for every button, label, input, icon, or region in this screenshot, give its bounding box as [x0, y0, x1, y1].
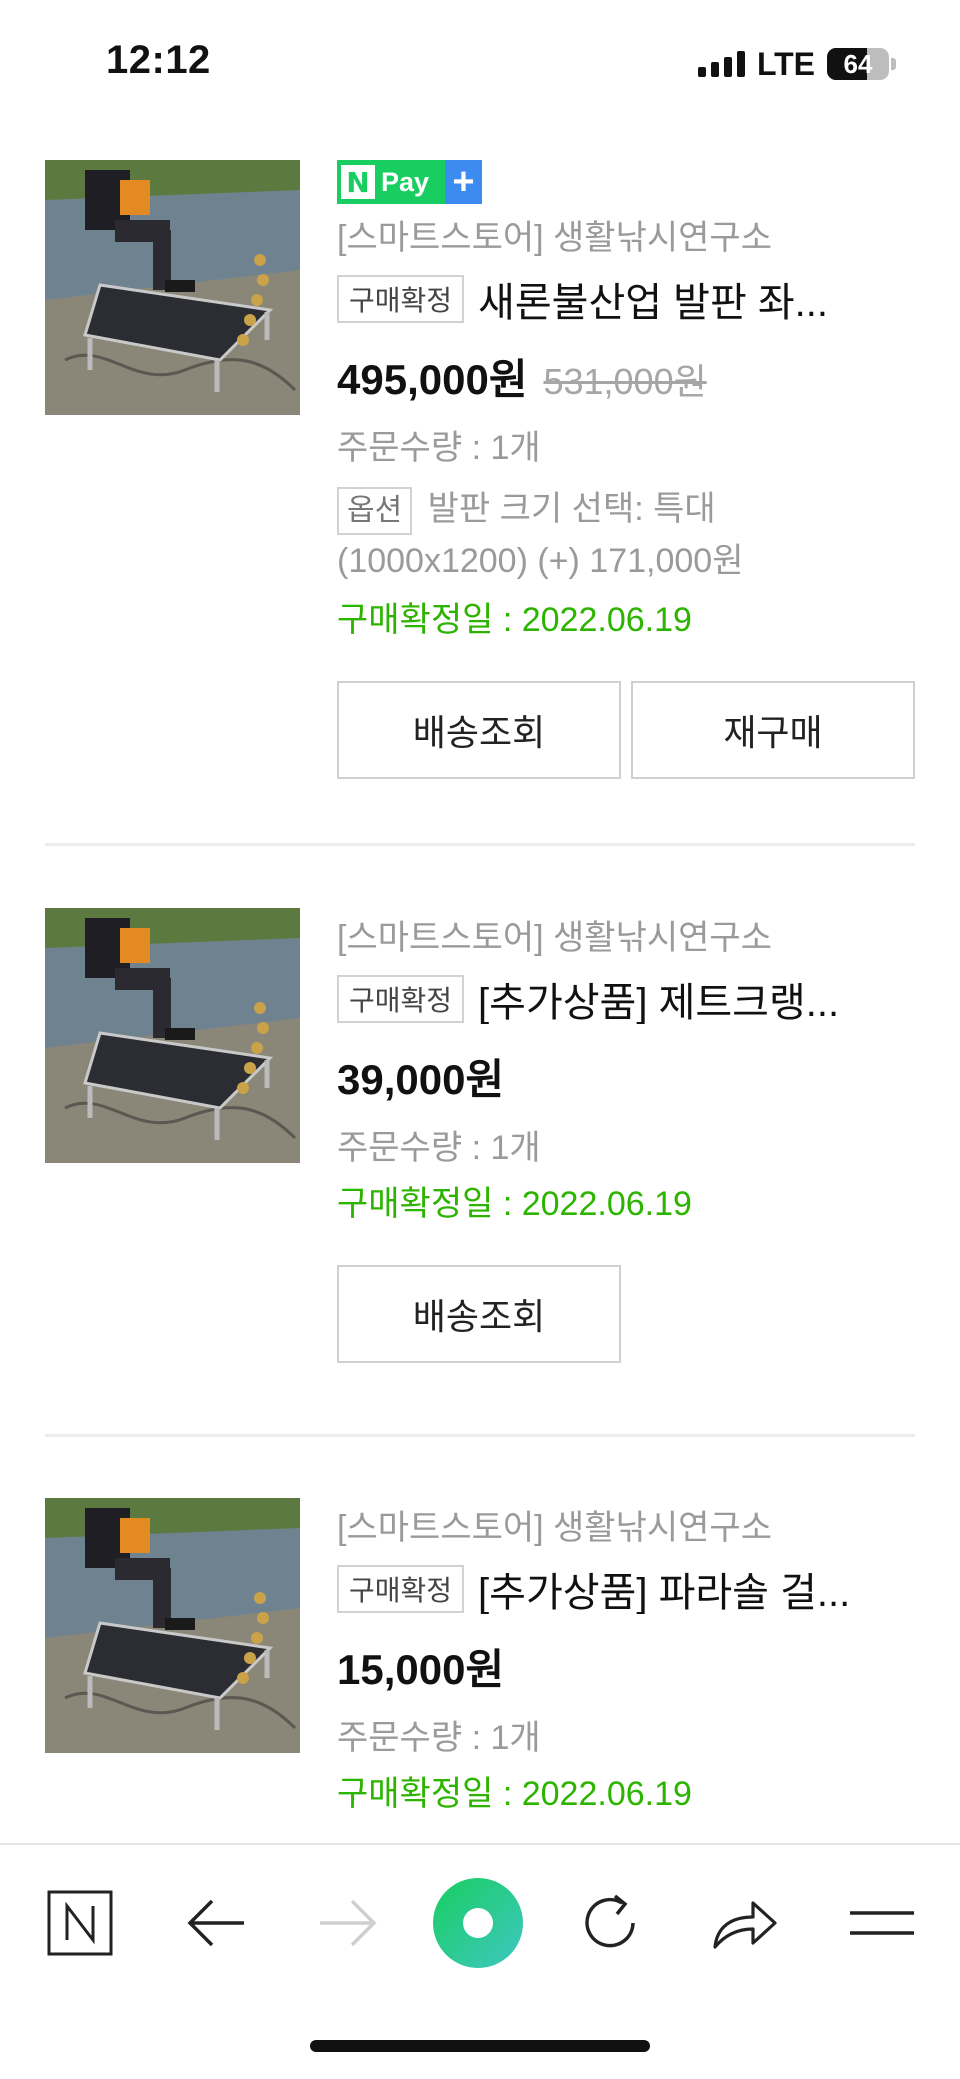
- order-info: [스마트스토어] 생활낚시연구소 구매확정 [추가상품] 제트크랭... 39,…: [337, 908, 917, 1363]
- fishing-platform-photo: [45, 160, 300, 415]
- sale-price: 495,000원: [337, 356, 528, 403]
- forward-arrow-icon[interactable]: [308, 1883, 388, 1963]
- product-thumbnail[interactable]: [45, 1498, 300, 1753]
- product-name[interactable]: [추가상품] 제트크랭...: [478, 974, 839, 1024]
- home-indicator[interactable]: [310, 2040, 650, 2052]
- plus-icon: +: [445, 160, 482, 204]
- option-tag: 옵션: [337, 487, 413, 536]
- store-name[interactable]: [스마트스토어] 생활낚시연구소: [337, 1506, 917, 1550]
- battery-icon: 64: [827, 48, 889, 80]
- product-title-row[interactable]: 구매확정 [추가상품] 파라솔 걸...: [337, 1564, 917, 1614]
- product-title-row[interactable]: 구매확정 새론불산업 발판 좌...: [337, 274, 917, 324]
- npay-logo: N Pay: [337, 160, 445, 204]
- price-row: 495,000원 531,000원: [337, 346, 917, 407]
- divider: [45, 1434, 915, 1437]
- order-actions: 배송조회: [337, 1265, 917, 1363]
- naver-home-icon[interactable]: [40, 1883, 120, 1963]
- original-price: 531,000원: [543, 361, 707, 402]
- product-title-row[interactable]: 구매확정 [추가상품] 제트크랭...: [337, 974, 917, 1024]
- store-name[interactable]: [스마트스토어] 생활낚시연구소: [337, 916, 917, 960]
- track-delivery-button[interactable]: 배송조회: [337, 681, 621, 780]
- green-dot-icon[interactable]: [430, 1875, 526, 1971]
- order-quantity: 주문수량 : 1개: [337, 429, 541, 467]
- purchase-confirm-date: 구매확정일 : 2022.06.19: [337, 601, 692, 640]
- purchase-status-tag: 구매확정: [337, 1565, 465, 1613]
- price-row: 39,000원: [337, 1046, 917, 1107]
- track-delivery-button[interactable]: 배송조회: [337, 1265, 621, 1363]
- npay-label: Pay: [381, 166, 430, 197]
- purchase-confirm-date: 구매확정일 : 2022.06.19: [337, 1775, 692, 1813]
- back-arrow-icon[interactable]: [176, 1883, 256, 1963]
- fishing-platform-photo: [45, 1498, 300, 1753]
- purchase-status-tag: 구매확정: [337, 275, 465, 323]
- option-line-2: (1000x1200) (+) 171,000원: [337, 542, 744, 581]
- option-line-1: 발판 크기 선택: 특대: [427, 490, 716, 528]
- purchase-confirm-date: 구매확정일 : 2022.06.19: [337, 1185, 692, 1223]
- sale-price: 39,000원: [337, 1056, 505, 1103]
- product-thumbnail[interactable]: [45, 908, 300, 1163]
- divider: [45, 843, 915, 846]
- option-info: 옵션 발판 크기 선택: 특대 (1000x1200) (+) 171,000원: [337, 483, 917, 587]
- order-quantity: 주문수량 : 1개: [337, 1719, 541, 1757]
- product-name[interactable]: 새론불산업 발판 좌...: [478, 274, 828, 324]
- status-bar: 12:12 LTE 64: [0, 0, 960, 120]
- network-type: LTE: [756, 45, 815, 82]
- fishing-platform-photo: [45, 908, 300, 1163]
- price-row: 15,000원: [337, 1636, 917, 1697]
- cellular-signal-icon: [697, 51, 745, 77]
- order-quantity: 주문수량 : 1개: [337, 1129, 541, 1167]
- battery-level: 64: [843, 48, 873, 79]
- status-time: 12:12: [106, 38, 211, 82]
- purchase-status-tag: 구매확정: [337, 975, 465, 1023]
- store-name[interactable]: [스마트스토어] 생활낚시연구소: [337, 216, 917, 260]
- order-actions: 배송조회 재구매: [337, 681, 917, 780]
- order-info: [스마트스토어] 생활낚시연구소 구매확정 [추가상품] 파라솔 걸... 15…: [337, 1498, 917, 1817]
- share-icon[interactable]: [704, 1883, 784, 1963]
- repurchase-button[interactable]: 재구매: [631, 681, 915, 780]
- naver-n-icon: N: [341, 165, 375, 199]
- menu-icon[interactable]: [842, 1883, 922, 1963]
- product-thumbnail[interactable]: [45, 160, 300, 415]
- battery-nub: [891, 58, 896, 70]
- order-info: N Pay + [스마트스토어] 생활낚시연구소 구매확정 새론불산업 발판 좌…: [337, 160, 917, 780]
- sale-price: 15,000원: [337, 1646, 505, 1693]
- reload-icon[interactable]: [570, 1883, 650, 1963]
- npay-plus-badge: N Pay +: [337, 160, 482, 204]
- status-indicators: LTE 64: [697, 44, 896, 84]
- product-name[interactable]: [추가상품] 파라솔 걸...: [478, 1564, 850, 1614]
